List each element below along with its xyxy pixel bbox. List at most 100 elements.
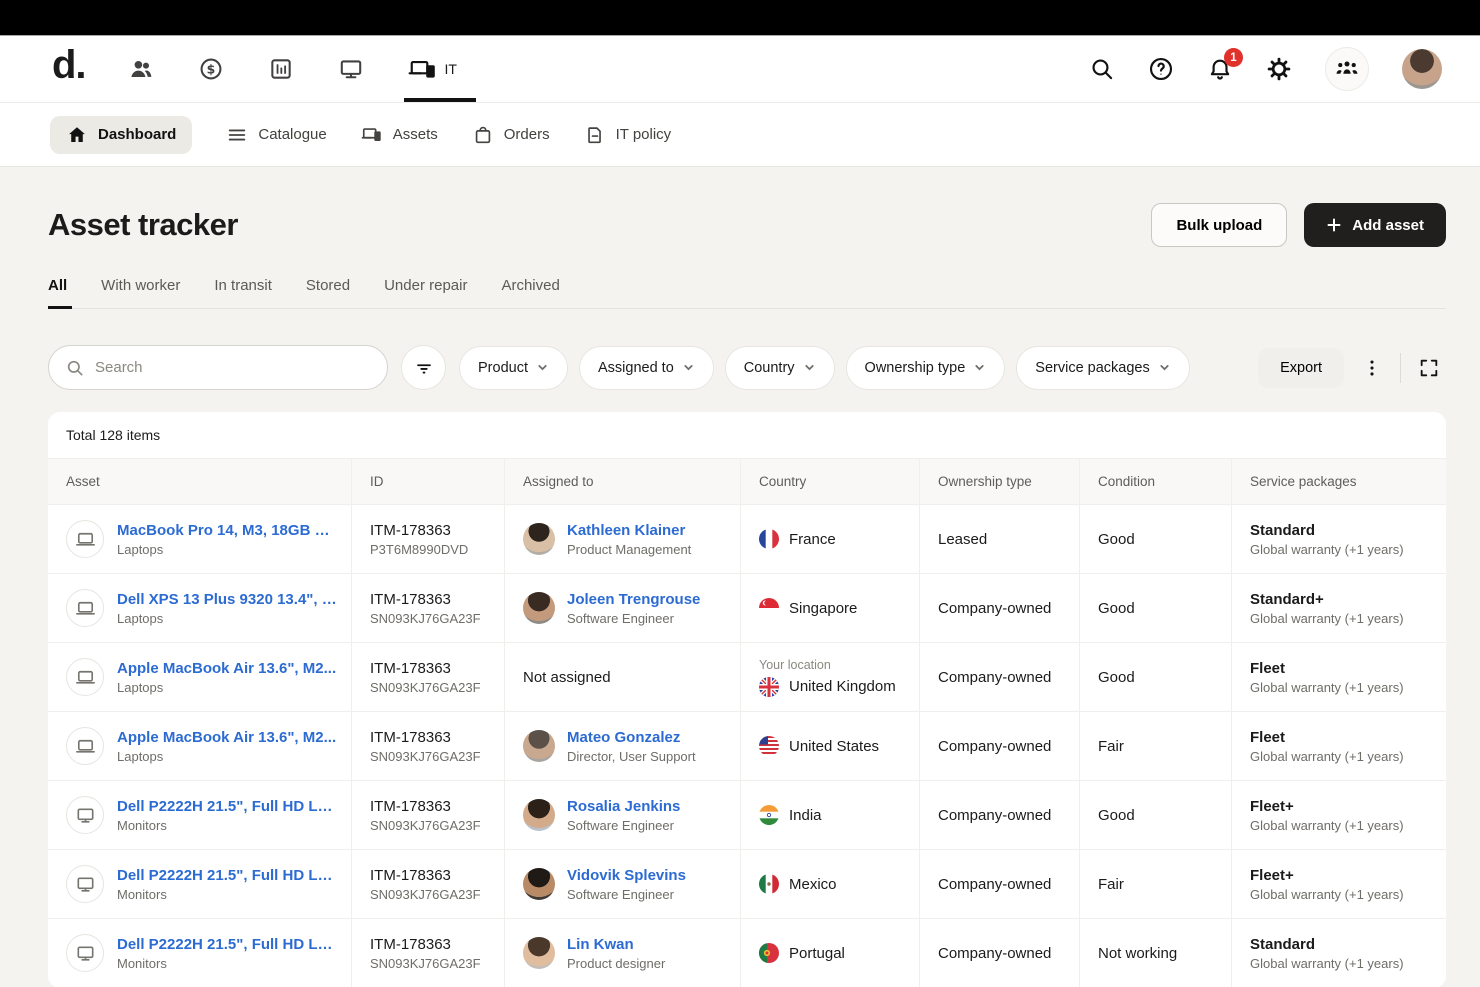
asset-link[interactable]: Dell XPS 13 Plus 9320 13.4", i... bbox=[117, 591, 337, 608]
column-header-assigned-to[interactable]: Assigned to bbox=[505, 459, 741, 505]
column-header-service-packages[interactable]: Service packages bbox=[1232, 459, 1446, 505]
bulk-upload-button[interactable]: Bulk upload bbox=[1151, 203, 1287, 247]
column-header-country[interactable]: Country bbox=[741, 459, 920, 505]
ownership-cell: Company-owned bbox=[920, 781, 1080, 850]
assignee-link[interactable]: Vidovik Splevins bbox=[567, 867, 686, 884]
filter-pill-assigned-to[interactable]: Assigned to bbox=[579, 346, 714, 390]
country-cell: Mexico bbox=[741, 850, 920, 919]
tab-stored[interactable]: Stored bbox=[306, 277, 350, 308]
it-product-tab[interactable]: IT bbox=[408, 36, 457, 102]
tab-in-transit[interactable]: In transit bbox=[214, 277, 272, 308]
condition-cell: Fair bbox=[1080, 850, 1232, 919]
search-box[interactable] bbox=[48, 345, 388, 390]
analytics-icon[interactable] bbox=[268, 56, 294, 82]
main-navbar: d. $ IT 1 bbox=[0, 36, 1480, 103]
nav-item-dashboard[interactable]: Dashboard bbox=[50, 116, 192, 154]
package-cell: Standard+ Global warranty (+1 years) bbox=[1232, 574, 1446, 643]
asset-serial: SN093KJ76GA23F bbox=[370, 956, 481, 971]
asset-cell: Dell XPS 13 Plus 9320 13.4", i... Laptop… bbox=[48, 574, 352, 643]
filter-button[interactable] bbox=[401, 345, 446, 390]
assignee-link[interactable]: Joleen Trengrouse bbox=[567, 591, 700, 608]
export-button[interactable]: Export bbox=[1258, 348, 1344, 388]
asset-link[interactable]: Apple MacBook Air 13.6", M2... bbox=[117, 729, 336, 746]
assignee-link[interactable]: Mateo Gonzalez bbox=[567, 729, 696, 746]
tab-all[interactable]: All bbox=[48, 277, 67, 308]
filter-pill-ownership-type[interactable]: Ownership type bbox=[846, 346, 1006, 390]
filter-pill-service-packages[interactable]: Service packages bbox=[1016, 346, 1189, 390]
people-icon[interactable] bbox=[128, 56, 154, 82]
nav-item-assets[interactable]: Assets bbox=[361, 124, 438, 146]
column-header-ownership-type[interactable]: Ownership type bbox=[920, 459, 1080, 505]
table-row[interactable]: MacBook Pro 14, M3, 18GB R... Laptops IT… bbox=[48, 505, 1446, 574]
user-avatar[interactable] bbox=[1402, 49, 1442, 89]
assignee-link[interactable]: Lin Kwan bbox=[567, 936, 665, 953]
table-row[interactable]: Dell P2222H 21.5", Full HD LE... Monitor… bbox=[48, 919, 1446, 987]
asset-category: Monitors bbox=[117, 818, 337, 833]
service-package-detail: Global warranty (+1 years) bbox=[1250, 749, 1404, 764]
assignee-role: Software Engineer bbox=[567, 611, 700, 626]
assets-table: Total 128 items Asset ID Assigned to Cou… bbox=[48, 412, 1446, 987]
package-cell: Standard Global warranty (+1 years) bbox=[1232, 505, 1446, 574]
search-icon[interactable] bbox=[1089, 56, 1115, 82]
header-actions: Bulk upload Add asset bbox=[1151, 203, 1446, 247]
table-row[interactable]: Dell XPS 13 Plus 9320 13.4", i... Laptop… bbox=[48, 574, 1446, 643]
device-icon[interactable] bbox=[338, 56, 364, 82]
tab-under-repair[interactable]: Under repair bbox=[384, 277, 467, 308]
assignee-role: Software Engineer bbox=[567, 818, 680, 833]
asset-link[interactable]: Dell P2222H 21.5", Full HD LE... bbox=[117, 798, 337, 815]
table-row[interactable]: Dell P2222H 21.5", Full HD LE... Monitor… bbox=[48, 850, 1446, 919]
nav-item-it-policy[interactable]: IT policy bbox=[584, 124, 672, 146]
assignee-link[interactable]: Rosalia Jenkins bbox=[567, 798, 680, 815]
notification-badge: 1 bbox=[1224, 48, 1243, 67]
country-flag-icon bbox=[759, 677, 779, 697]
table-header-row: Asset ID Assigned to Country Ownership t… bbox=[48, 459, 1446, 505]
add-asset-button[interactable]: Add asset bbox=[1304, 203, 1446, 247]
condition-cell: Good bbox=[1080, 643, 1232, 712]
deel-logo[interactable]: d. bbox=[52, 45, 86, 93]
asset-cell: Apple MacBook Air 13.6", M2... Laptops bbox=[48, 712, 352, 781]
ownership-cell: Company-owned bbox=[920, 574, 1080, 643]
assignee-role: Director, User Support bbox=[567, 749, 696, 764]
nav-item-catalogue[interactable]: Catalogue bbox=[226, 124, 326, 146]
condition: Good bbox=[1098, 600, 1135, 617]
assignee-cell: Not assigned bbox=[505, 643, 741, 712]
assignee-link[interactable]: Kathleen Klainer bbox=[567, 522, 691, 539]
fullscreen-button[interactable] bbox=[1412, 351, 1446, 385]
asset-link[interactable]: MacBook Pro 14, M3, 18GB R... bbox=[117, 522, 337, 539]
more-options-button[interactable] bbox=[1355, 351, 1389, 385]
home-icon bbox=[66, 124, 88, 146]
assignee-role: Product Management bbox=[567, 542, 691, 557]
tab-with-worker[interactable]: With worker bbox=[101, 277, 180, 308]
country-cell: Your location United Kingdom bbox=[741, 643, 920, 712]
tab-archived[interactable]: Archived bbox=[501, 277, 559, 308]
country-name: Mexico bbox=[789, 876, 837, 893]
asset-cell: Dell P2222H 21.5", Full HD LE... Monitor… bbox=[48, 781, 352, 850]
table-row[interactable]: Apple MacBook Air 13.6", M2... Laptops I… bbox=[48, 712, 1446, 781]
team-icon[interactable] bbox=[1325, 47, 1369, 91]
column-header-asset[interactable]: Asset bbox=[48, 459, 352, 505]
column-header-id[interactable]: ID bbox=[352, 459, 505, 505]
filter-pill-country[interactable]: Country bbox=[725, 346, 835, 390]
table-row[interactable]: Dell P2222H 21.5", Full HD LE... Monitor… bbox=[48, 781, 1446, 850]
filter-pill-product[interactable]: Product bbox=[459, 346, 568, 390]
asset-serial: SN093KJ76GA23F bbox=[370, 818, 481, 833]
nav-item-orders[interactable]: Orders bbox=[472, 124, 550, 146]
nav-item-label: Orders bbox=[504, 126, 550, 143]
settings-gear-icon[interactable] bbox=[1266, 56, 1292, 82]
page-header: Asset tracker Bulk upload Add asset bbox=[48, 203, 1446, 247]
notifications-bell-icon[interactable]: 1 bbox=[1207, 56, 1233, 82]
filter-lines-icon bbox=[413, 357, 435, 379]
asset-type-icon bbox=[66, 865, 104, 903]
bag-icon bbox=[472, 124, 494, 146]
asset-link[interactable]: Apple MacBook Air 13.6", M2... bbox=[117, 660, 336, 677]
country-note: Your location bbox=[759, 658, 896, 672]
finance-icon[interactable]: $ bbox=[198, 56, 224, 82]
search-input[interactable] bbox=[95, 359, 371, 376]
asset-category: Laptops bbox=[117, 749, 336, 764]
asset-link[interactable]: Dell P2222H 21.5", Full HD LE... bbox=[117, 867, 337, 884]
table-row[interactable]: Apple MacBook Air 13.6", M2... Laptops I… bbox=[48, 643, 1446, 712]
asset-link[interactable]: Dell P2222H 21.5", Full HD LE... bbox=[117, 936, 337, 953]
asset-type-icon bbox=[66, 727, 104, 765]
column-header-condition[interactable]: Condition bbox=[1080, 459, 1232, 505]
help-icon[interactable] bbox=[1148, 56, 1174, 82]
